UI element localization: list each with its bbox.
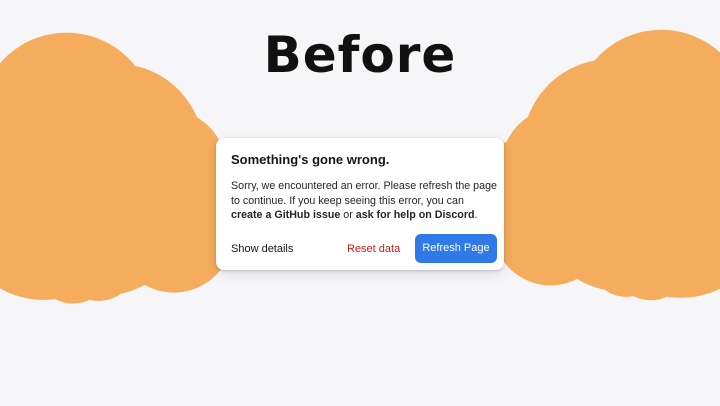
reset-data-button[interactable]: Reset data [347, 242, 400, 256]
star-icon [61, 222, 107, 266]
dialog-message-text: Sorry, we encountered an error. Please r… [231, 180, 497, 207]
error-dialog: Something's gone wrong. Sorry, we encoun… [216, 138, 504, 270]
page: Before Something's gone wrong. Sorry, we… [0, 0, 720, 406]
star-icon [604, 112, 708, 212]
star-icon [619, 221, 664, 264]
hero-title: Before [263, 26, 457, 84]
refresh-page-button[interactable]: Refresh Page [415, 234, 497, 263]
star-icon [19, 117, 120, 214]
dialog-message-or: or [340, 209, 356, 221]
show-details-button[interactable]: Show details [231, 242, 293, 256]
discord-help-link[interactable]: ask for help on Discord [356, 209, 475, 221]
star-icon [528, 160, 600, 230]
dialog-message-end: . [474, 209, 478, 221]
dialog-title: Something's gone wrong. [231, 152, 390, 167]
star-icon [123, 162, 199, 236]
create-github-issue-link[interactable]: create a GitHub issue [231, 209, 340, 221]
dialog-actions: Show details Reset data Refresh Page [231, 234, 497, 264]
dialog-message: Sorry, we encountered an error. Please r… [231, 179, 497, 223]
